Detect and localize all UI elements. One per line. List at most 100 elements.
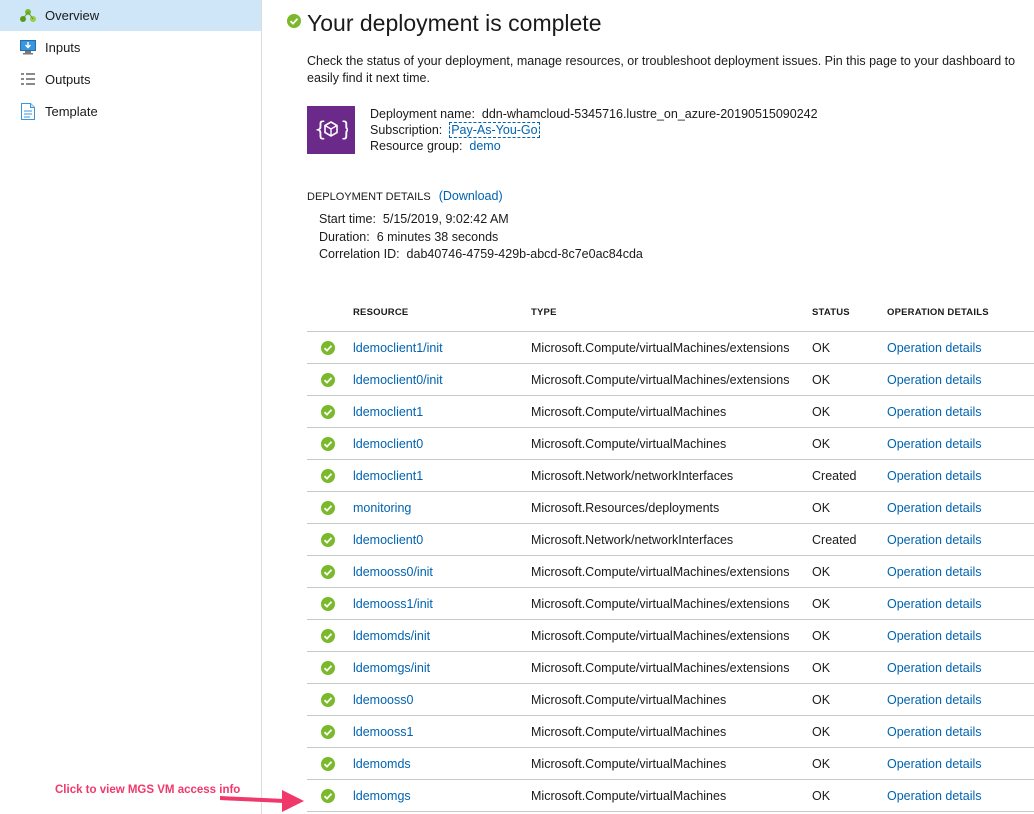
resource-status: OK — [812, 427, 887, 460]
resource-type: Microsoft.Compute/virtualMachines/extens… — [531, 651, 812, 684]
table-row: monitoring Microsoft.Resources/deployment… — [307, 491, 1034, 524]
resource-status: Created — [812, 523, 887, 556]
success-check-icon — [321, 692, 335, 707]
success-check-icon — [321, 436, 335, 451]
sidebar-item-inputs[interactable]: Inputs — [0, 31, 261, 63]
resource-link[interactable]: ldemomds — [353, 747, 531, 780]
table-row: ldemoclient0/init Microsoft.Compute/virtu… — [307, 363, 1034, 396]
row-status-cell — [307, 395, 353, 428]
resource-link[interactable]: ldemomgs/init — [353, 651, 531, 684]
row-status-cell — [307, 523, 353, 556]
description-line: Check the status of your deployment, man… — [307, 54, 1016, 68]
success-check-icon — [321, 788, 335, 803]
annotation-text: Click to view MGS VM access info — [55, 784, 241, 796]
table-body: ldemoclient1/init Microsoft.Compute/virtu… — [307, 331, 1034, 812]
sidebar-item-template[interactable]: Template — [0, 95, 261, 127]
deployment-name-value: ddn-whamcloud-5345716.lustre_on_azure-20… — [481, 107, 818, 121]
resource-link[interactable]: ldemoclient1 — [353, 459, 531, 492]
resource-type: Microsoft.Compute/virtualMachines — [531, 779, 812, 812]
success-check-icon — [321, 340, 335, 355]
row-status-cell — [307, 683, 353, 716]
resource-type: Microsoft.Compute/virtualMachines — [531, 747, 812, 780]
operation-details-link[interactable]: Operation details — [887, 459, 1034, 492]
row-status-cell — [307, 491, 353, 524]
resource-link[interactable]: ldemomds/init — [353, 619, 531, 652]
sidebar-item-label: Overview — [45, 8, 100, 23]
resource-link[interactable]: ldemooss0 — [353, 683, 531, 716]
operation-details-link[interactable]: Operation details — [887, 779, 1034, 812]
row-status-cell — [307, 619, 353, 652]
row-status-cell — [307, 715, 353, 748]
table-row: ldemooss1 Microsoft.Compute/virtualMachin… — [307, 715, 1034, 748]
header-status[interactable]: STATUS — [812, 293, 887, 332]
operation-details-link[interactable]: Operation details — [887, 619, 1034, 652]
resource-link[interactable]: ldemooss1/init — [353, 587, 531, 620]
resource-link[interactable]: ldemoclient0 — [353, 427, 531, 460]
table-row: ldemoclient0 Microsoft.Compute/virtualMac… — [307, 427, 1034, 460]
header-resource[interactable]: RESOURCE — [353, 293, 531, 332]
duration-label: Duration: — [319, 229, 370, 244]
operation-details-link[interactable]: Operation details — [887, 427, 1034, 460]
success-check-icon — [287, 14, 301, 33]
deployment-details: Start time: 5/15/2019, 9:02:42 AM Durati… — [319, 211, 643, 264]
resource-link[interactable]: ldemoclient1/init — [353, 331, 531, 364]
operation-details-link[interactable]: Operation details — [887, 683, 1034, 716]
table-row: ldemomgs/init Microsoft.Compute/virtualMa… — [307, 651, 1034, 684]
operation-details-link[interactable]: Operation details — [887, 523, 1034, 556]
page-title: Your deployment is complete — [307, 10, 602, 36]
row-status-cell — [307, 427, 353, 460]
deployment-logo-icon: { } — [307, 106, 355, 154]
resource-link[interactable]: ldemoclient1 — [353, 395, 531, 428]
sidebar-item-overview[interactable]: Overview — [0, 0, 261, 31]
table-row: ldemoclient1 Microsoft.Network/networkInt… — [307, 459, 1034, 492]
sidebar-item-outputs[interactable]: Outputs — [0, 63, 261, 95]
resource-link[interactable]: ldemooss1 — [353, 715, 531, 748]
resource-type: Microsoft.Compute/virtualMachines/extens… — [531, 587, 812, 620]
deployment-details-heading: DEPLOYMENT DETAILS (Download) — [307, 189, 503, 203]
resource-link[interactable]: ldemoclient0/init — [353, 363, 531, 396]
inputs-icon — [19, 38, 37, 56]
operation-details-link[interactable]: Operation details — [887, 395, 1034, 428]
resources-table: RESOURCE TYPE STATUS OPERATION DETAILS l… — [307, 293, 1034, 812]
resource-type: Microsoft.Network/networkInterfaces — [531, 459, 812, 492]
resource-group-link[interactable]: demo — [469, 139, 500, 153]
duration-row: Duration: 6 minutes 38 seconds — [319, 229, 643, 247]
operation-details-link[interactable]: Operation details — [887, 491, 1034, 524]
operation-details-link[interactable]: Operation details — [887, 587, 1034, 620]
operation-details-link[interactable]: Operation details — [887, 715, 1034, 748]
operation-details-link[interactable]: Operation details — [887, 331, 1034, 364]
row-status-cell — [307, 555, 353, 588]
operation-details-link[interactable]: Operation details — [887, 747, 1034, 780]
description-line: easily find it next time. — [307, 71, 430, 85]
resource-status: OK — [812, 715, 887, 748]
table-row: ldemooss1/init Microsoft.Compute/virtualM… — [307, 587, 1034, 620]
subscription-link[interactable]: Pay-As-You-Go — [449, 122, 540, 138]
resource-link[interactable]: ldemomgs — [353, 779, 531, 812]
operation-details-link[interactable]: Operation details — [887, 363, 1034, 396]
header-operation-details[interactable]: OPERATION DETAILS — [887, 293, 1034, 332]
resource-link[interactable]: ldemooss0/init — [353, 555, 531, 588]
operation-details-link[interactable]: Operation details — [887, 651, 1034, 684]
resource-status: OK — [812, 683, 887, 716]
resource-type: Microsoft.Compute/virtualMachines/extens… — [531, 619, 812, 652]
download-link[interactable]: (Download) — [439, 189, 503, 203]
table-row: ldemomgs Microsoft.Compute/virtualMachine… — [307, 779, 1034, 812]
success-check-icon — [321, 724, 335, 739]
success-check-icon — [321, 372, 335, 387]
resource-status: OK — [812, 779, 887, 812]
success-check-icon — [321, 564, 335, 579]
table-row: ldemoclient1 Microsoft.Compute/virtualMac… — [307, 395, 1034, 428]
resource-link[interactable]: ldemoclient0 — [353, 523, 531, 556]
correlation-row: Correlation ID: dab40746-4759-429b-abcd-… — [319, 246, 643, 264]
operation-details-link[interactable]: Operation details — [887, 555, 1034, 588]
resource-link[interactable]: monitoring — [353, 491, 531, 524]
success-check-icon — [321, 468, 335, 483]
subscription-row: Subscription: Pay-As-You-Go — [370, 122, 818, 138]
header-type[interactable]: TYPE — [531, 293, 812, 332]
success-check-icon — [321, 756, 335, 771]
table-row: ldemooss0/init Microsoft.Compute/virtualM… — [307, 555, 1034, 588]
subscription-label: Subscription: — [370, 123, 443, 137]
resource-group-label: Resource group: — [370, 139, 463, 153]
details-heading-text: DEPLOYMENT DETAILS — [307, 191, 431, 203]
row-status-cell — [307, 747, 353, 780]
